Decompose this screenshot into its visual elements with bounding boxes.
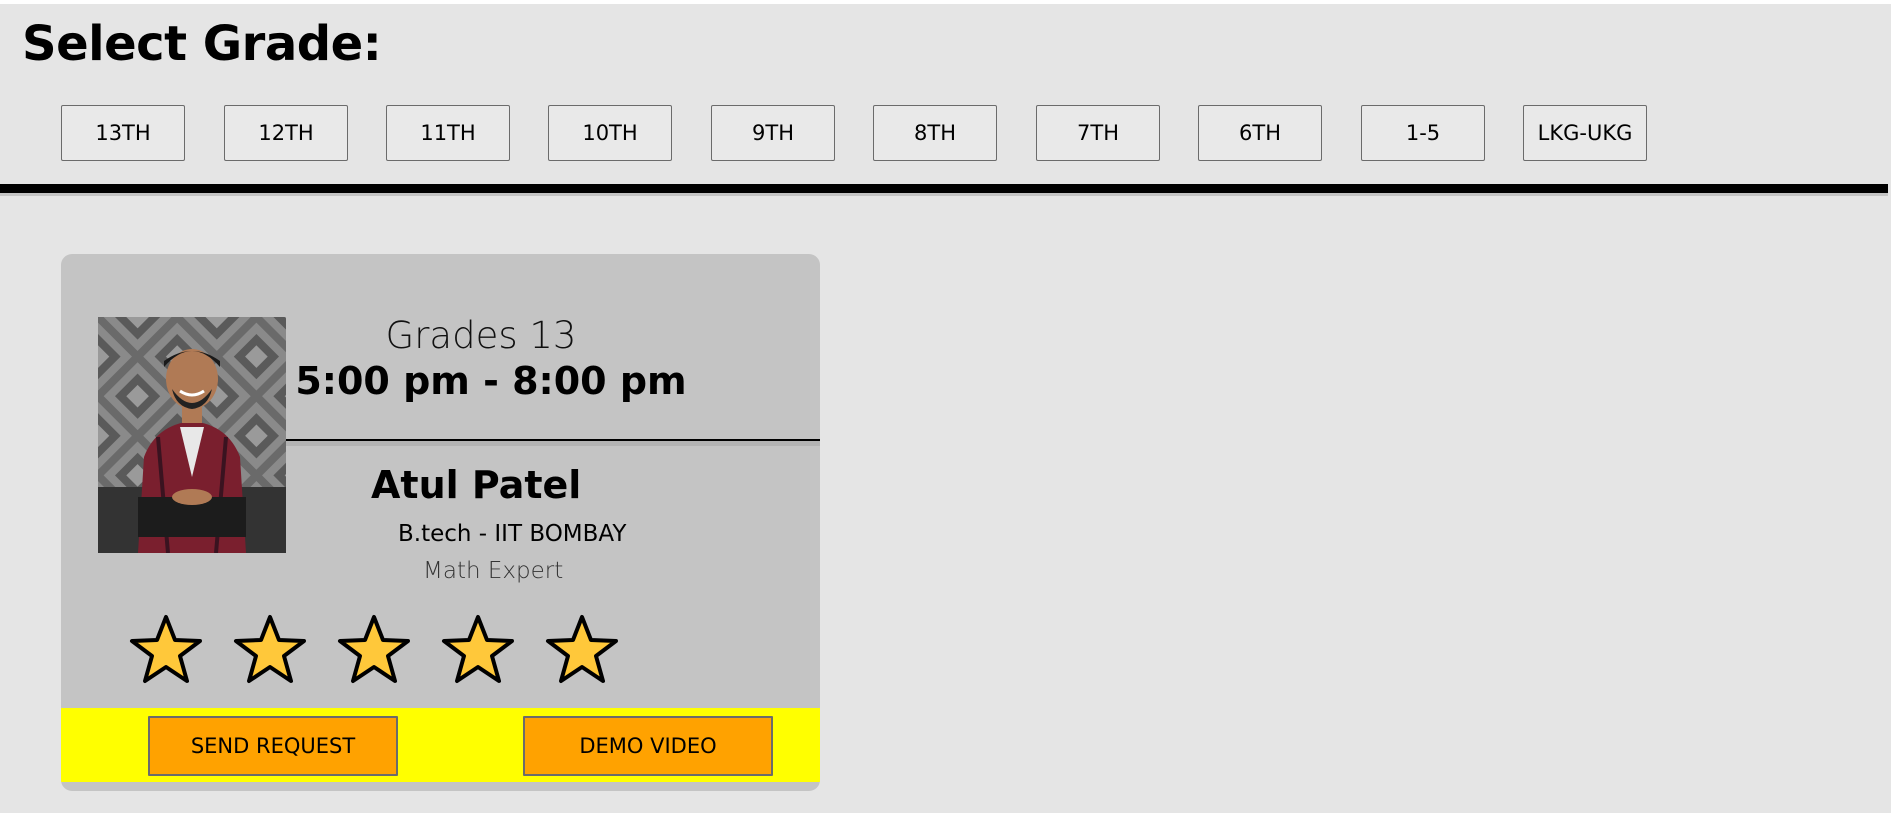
page-title: Select Grade: bbox=[22, 16, 382, 72]
star-icon bbox=[546, 615, 618, 683]
grade-button-7th[interactable]: 7TH bbox=[1036, 105, 1160, 161]
tutor-card: Grades 13 5:00 pm - 8:00 pm Atul Patel B… bbox=[61, 254, 820, 791]
card-divider-shadow bbox=[286, 441, 820, 446]
grades-label: Grades 13 bbox=[385, 314, 577, 357]
grade-button-1-5[interactable]: 1-5 bbox=[1361, 105, 1485, 161]
star-icon bbox=[338, 615, 410, 683]
star-icon bbox=[130, 615, 202, 683]
tutor-photo bbox=[98, 317, 286, 553]
star-icon bbox=[442, 615, 514, 683]
header-divider-shadow bbox=[0, 193, 1888, 196]
tutor-name: Atul Patel bbox=[371, 463, 582, 507]
grade-button-12th[interactable]: 12TH bbox=[224, 105, 348, 161]
tutor-subject: Math Expert bbox=[423, 558, 564, 584]
card-action-bar: SEND REQUEST DEMO VIDEO bbox=[61, 708, 820, 782]
page: Select Grade: 13TH 12TH 11TH 10TH 9TH 8T… bbox=[0, 4, 1891, 813]
star-icon bbox=[234, 615, 306, 683]
grade-button-11th[interactable]: 11TH bbox=[386, 105, 510, 161]
grade-button-lkg-ukg[interactable]: LKG-UKG bbox=[1523, 105, 1647, 161]
header-divider bbox=[0, 184, 1888, 193]
grade-button-6th[interactable]: 6TH bbox=[1198, 105, 1322, 161]
send-request-button[interactable]: SEND REQUEST bbox=[148, 716, 398, 776]
grade-button-13th[interactable]: 13TH bbox=[61, 105, 185, 161]
grade-button-8th[interactable]: 8TH bbox=[873, 105, 997, 161]
grade-button-10th[interactable]: 10TH bbox=[548, 105, 672, 161]
tutor-degree: B.tech - IIT BOMBAY bbox=[398, 521, 627, 547]
class-time: 5:00 pm - 8:00 pm bbox=[295, 359, 687, 403]
grade-button-9th[interactable]: 9TH bbox=[711, 105, 835, 161]
demo-video-button[interactable]: DEMO VIDEO bbox=[523, 716, 773, 776]
